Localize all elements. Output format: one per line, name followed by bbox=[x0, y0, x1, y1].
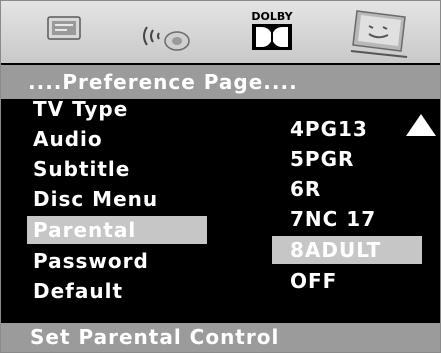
status-bar: Set Parental Control bbox=[1, 323, 440, 352]
option-5pgr[interactable]: 5PGR bbox=[272, 145, 422, 173]
dolby-setup-icon[interactable]: DOLBY bbox=[247, 9, 297, 53]
option-8adult[interactable]: 8ADULT bbox=[272, 236, 422, 264]
scroll-up-arrow-icon[interactable] bbox=[406, 114, 436, 136]
osd-frame: DOLBY ....Preference Page.... TV Type Au… bbox=[0, 0, 441, 353]
icon-bar: DOLBY bbox=[1, 1, 440, 63]
speaker-setup-icon[interactable] bbox=[139, 21, 199, 51]
menu-item-subtitle[interactable]: Subtitle bbox=[27, 155, 207, 183]
menu-item-default[interactable]: Default bbox=[27, 277, 207, 305]
menu-item-password[interactable]: Password bbox=[27, 247, 207, 275]
option-7nc17[interactable]: 7NC 17 bbox=[272, 205, 422, 233]
option-4pg13[interactable]: 4PG13 bbox=[272, 115, 422, 143]
page-title: ....Preference Page.... bbox=[1, 65, 440, 99]
menu-item-disc-menu[interactable]: Disc Menu bbox=[27, 185, 207, 213]
general-setup-icon[interactable] bbox=[45, 13, 83, 43]
menu-item-audio[interactable]: Audio bbox=[27, 125, 207, 153]
menu-item-tv-type[interactable]: TV Type bbox=[27, 95, 207, 123]
option-off[interactable]: OFF bbox=[272, 267, 422, 295]
dolby-text: DOLBY bbox=[251, 10, 293, 23]
option-6r[interactable]: 6R bbox=[272, 175, 422, 203]
preference-setup-icon[interactable] bbox=[347, 7, 415, 59]
menu-item-parental[interactable]: Parental bbox=[27, 216, 207, 244]
